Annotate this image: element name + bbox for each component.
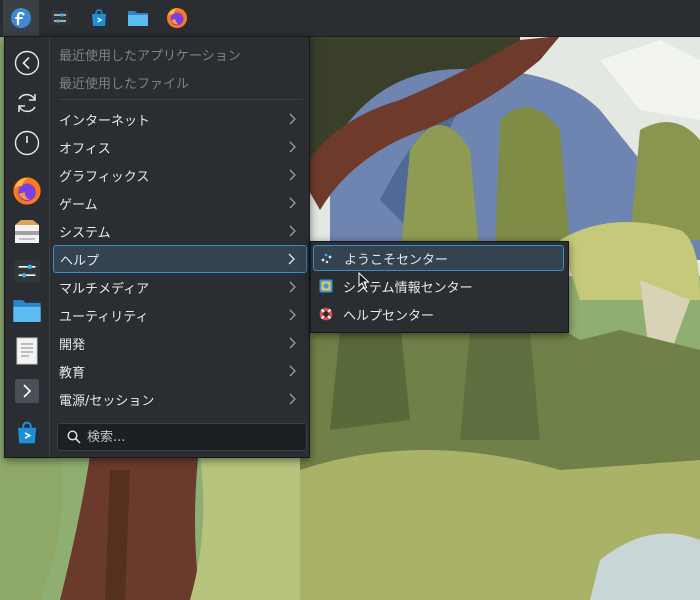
- category-development[interactable]: 開発: [53, 330, 307, 356]
- menu-item-label: 電源/セッション: [59, 393, 155, 409]
- chevron-right-icon: [289, 393, 296, 405]
- chevron-right-icon: [289, 197, 296, 209]
- application-launcher-menu: 最近使用したアプリケーション 最近使用したファイル インターネット オフィス グ…: [4, 36, 310, 458]
- search-input[interactable]: [87, 429, 287, 445]
- fedora-launcher-icon: [11, 8, 31, 28]
- taskbar-file-manager[interactable]: [120, 0, 156, 36]
- category-power-session[interactable]: 電源/セッション: [53, 386, 307, 412]
- refresh-icon: [18, 93, 36, 113]
- category-system[interactable]: システム: [53, 218, 307, 244]
- package-installer-icon: [15, 220, 39, 243]
- application-launcher-button[interactable]: [3, 0, 39, 36]
- taskbar-firefox[interactable]: [159, 0, 195, 36]
- category-graphics[interactable]: グラフィックス: [53, 162, 307, 188]
- discover-store-icon: [92, 9, 106, 26]
- favorite-system-settings[interactable]: [9, 253, 45, 289]
- menu-item-label: マルチメディア: [59, 281, 150, 297]
- help-submenu: ようこそセンター システム情報センター ヘルプセンター: [310, 241, 569, 333]
- menu-item-label: ゲーム: [59, 197, 98, 213]
- category-utilities[interactable]: ユーティリティ: [53, 302, 307, 328]
- menu-item-label: ユーティリティ: [59, 309, 149, 325]
- recent-applications[interactable]: 最近使用したアプリケーション: [53, 41, 307, 67]
- chevron-right-icon: [289, 225, 296, 237]
- chevron-right-icon: [289, 281, 296, 293]
- favorite-package-installer[interactable]: [9, 213, 45, 249]
- favorite-firefox[interactable]: [9, 173, 45, 209]
- menu-item-label: 最近使用したアプリケーション: [59, 48, 241, 64]
- chevron-right-icon: [289, 113, 296, 125]
- file-manager-icon: [13, 300, 41, 322]
- category-education[interactable]: 教育: [53, 358, 307, 384]
- category-internet[interactable]: インターネット: [53, 106, 307, 132]
- category-multimedia[interactable]: マルチメディア: [53, 274, 307, 300]
- chevron-right-icon: [289, 169, 296, 181]
- taskbar: [0, 0, 700, 37]
- menu-item-label: グラフィックス: [59, 169, 150, 185]
- expand-favorites-button[interactable]: [9, 373, 45, 409]
- power-icon: [14, 130, 40, 156]
- taskbar-system-settings[interactable]: [42, 0, 78, 36]
- chevron-right-icon: [289, 141, 296, 153]
- info-center-icon: [318, 278, 334, 294]
- refresh-button[interactable]: [9, 85, 45, 121]
- system-settings-icon: [51, 11, 69, 25]
- submenu-item-label: ヘルプセンター: [343, 308, 435, 324]
- menu-separator: [59, 99, 303, 100]
- power-button[interactable]: [9, 125, 45, 161]
- menu-item-label: 最近使用したファイル: [59, 76, 190, 92]
- discover-store-icon: [17, 421, 37, 444]
- search-box[interactable]: [57, 423, 307, 451]
- menu-item-label: ヘルプ: [60, 253, 100, 269]
- chevron-right-icon: [289, 365, 296, 377]
- menu-item-label: 開発: [59, 337, 86, 353]
- firefox-icon: [13, 177, 41, 205]
- lifebuoy-icon: [318, 306, 334, 322]
- chevron-right-icon: [289, 337, 296, 349]
- taskbar-discover[interactable]: [81, 0, 117, 36]
- firefox-icon: [167, 8, 187, 28]
- favorite-discover[interactable]: [9, 415, 45, 451]
- search-icon: [67, 430, 81, 444]
- expand-arrow-icon: [15, 379, 39, 403]
- recent-files[interactable]: 最近使用したファイル: [53, 69, 307, 95]
- submenu-welcome-center[interactable]: ようこそセンター: [313, 245, 564, 271]
- submenu-info-center[interactable]: システム情報センター: [313, 273, 564, 299]
- launcher-sidebar: [5, 37, 50, 457]
- menu-item-label: 教育: [59, 365, 86, 381]
- category-office[interactable]: オフィス: [53, 134, 307, 160]
- favorite-file-manager[interactable]: [9, 293, 45, 329]
- submenu-item-label: ようこそセンター: [344, 252, 449, 268]
- file-manager-icon: [128, 11, 148, 26]
- submenu-help-center[interactable]: ヘルプセンター: [313, 301, 564, 327]
- welcome-icon: [319, 250, 335, 266]
- category-games[interactable]: ゲーム: [53, 190, 307, 216]
- back-button[interactable]: [9, 45, 45, 81]
- menu-item-label: システム: [59, 225, 111, 241]
- menu-item-label: オフィス: [59, 141, 111, 157]
- category-help[interactable]: ヘルプ: [53, 245, 307, 273]
- system-settings-icon: [14, 259, 40, 283]
- back-icon: [14, 50, 40, 76]
- favorite-text-editor[interactable]: [9, 333, 45, 369]
- mouse-cursor-icon: [358, 272, 370, 290]
- chevron-right-icon: [288, 253, 295, 265]
- menu-item-label: インターネット: [59, 113, 151, 129]
- chevron-right-icon: [289, 309, 296, 321]
- text-document-icon: [16, 337, 38, 365]
